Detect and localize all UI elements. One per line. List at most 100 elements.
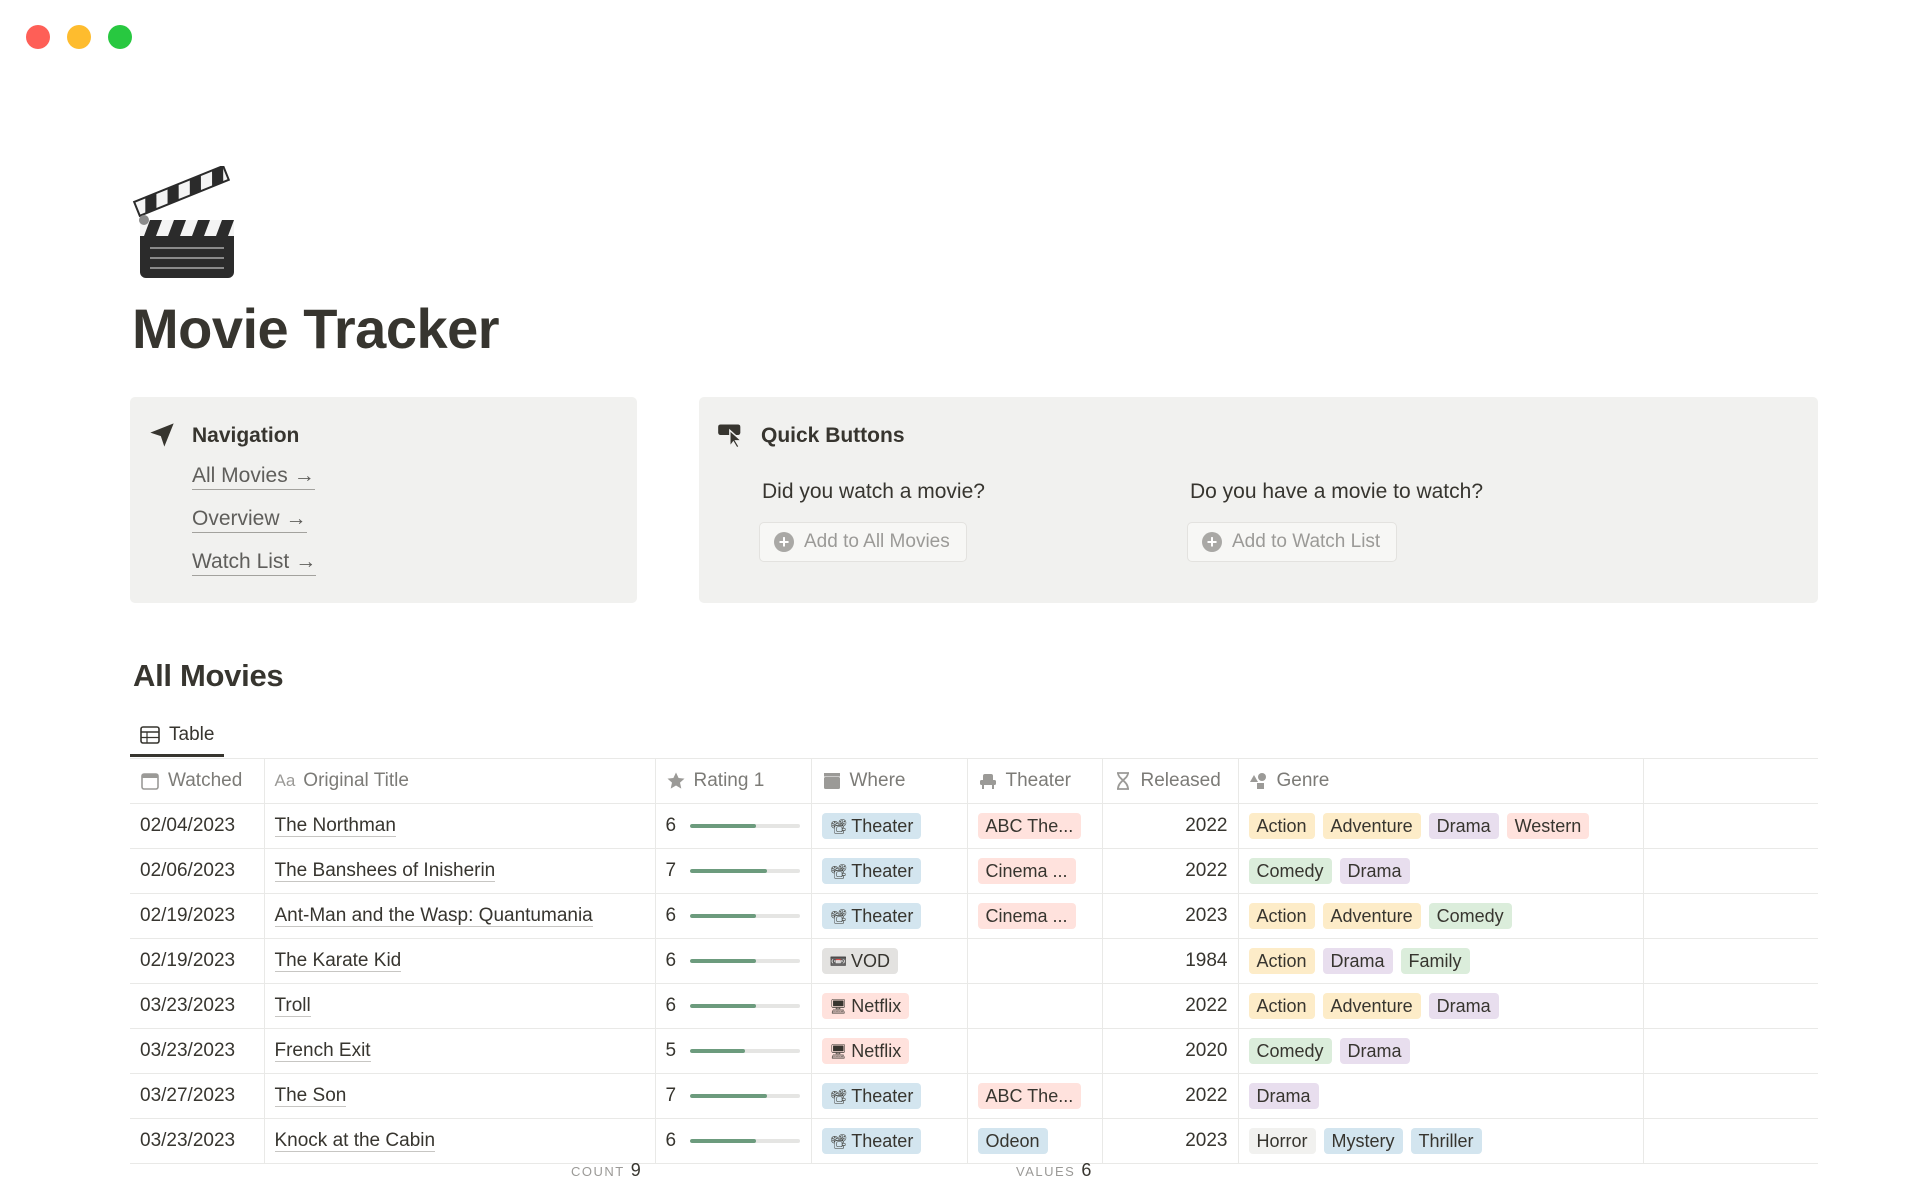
movie-title[interactable]: The Banshees of Inisherin: [274, 860, 496, 882]
theater-cell[interactable]: [967, 1028, 1103, 1074]
genre-tag[interactable]: Western: [1506, 813, 1590, 839]
title-cell[interactable]: French Exit: [264, 1028, 656, 1074]
genre-tag[interactable]: Mystery: [1323, 1128, 1403, 1154]
movie-title[interactable]: Knock at the Cabin: [274, 1130, 436, 1152]
genre-cell[interactable]: Action Adventure Drama: [1238, 983, 1644, 1029]
title-cell[interactable]: The Banshees of Inisherin: [264, 848, 656, 894]
where-tag[interactable]: 📽 Theater: [821, 903, 922, 929]
theater-cell[interactable]: [967, 983, 1103, 1029]
released-cell[interactable]: 2023: [1102, 893, 1239, 939]
column-header-released[interactable]: Released: [1102, 758, 1239, 804]
genre-cell[interactable]: Drama: [1238, 1073, 1644, 1119]
rating-cell[interactable]: 7: [655, 848, 812, 894]
where-tag[interactable]: 📽 Theater: [821, 1083, 922, 1109]
genre-tag[interactable]: Comedy: [1248, 858, 1332, 884]
theater-cell[interactable]: Cinema ...: [967, 893, 1103, 939]
released-cell[interactable]: 2020: [1102, 1028, 1239, 1074]
count-summary[interactable]: COUNT 9: [571, 1160, 641, 1181]
nav-link-overview[interactable]: Overview →: [192, 506, 307, 533]
column-header-genre[interactable]: Genre: [1238, 758, 1644, 804]
table-row[interactable]: 02/19/2023 Ant-Man and the Wasp: Quantuma…: [130, 893, 1818, 939]
close-window-button[interactable]: [26, 25, 50, 49]
watched-cell[interactable]: 02/06/2023: [130, 848, 265, 894]
title-cell[interactable]: The Northman: [264, 803, 656, 849]
where-tag[interactable]: 🖥 Netflix: [821, 1038, 910, 1064]
nav-link-all-movies[interactable]: All Movies →: [192, 463, 315, 490]
column-header-rating[interactable]: Rating 1: [655, 758, 812, 804]
rating-cell[interactable]: 5: [655, 1028, 812, 1074]
movie-title[interactable]: Troll: [274, 995, 311, 1017]
where-cell[interactable]: 📼 VOD: [811, 938, 968, 984]
genre-tag[interactable]: Horror: [1248, 1128, 1316, 1154]
genre-tag[interactable]: Drama: [1248, 1083, 1319, 1109]
column-header-theater[interactable]: Theater: [967, 758, 1103, 804]
genre-tag[interactable]: Comedy: [1428, 903, 1512, 929]
rating-cell[interactable]: 6: [655, 938, 812, 984]
released-cell[interactable]: 2022: [1102, 1073, 1239, 1119]
genre-tag[interactable]: Thriller: [1410, 1128, 1482, 1154]
theater-cell[interactable]: ABC The...: [967, 803, 1103, 849]
clapper-board-icon[interactable]: [128, 166, 248, 284]
table-row[interactable]: 02/04/2023 The Northman 6 📽 Theater ABC The..…: [130, 803, 1818, 849]
watched-cell[interactable]: 02/04/2023: [130, 803, 265, 849]
genre-cell[interactable]: Action Adventure Comedy: [1238, 893, 1644, 939]
where-tag[interactable]: 📽 Theater: [821, 813, 922, 839]
watched-cell[interactable]: 02/19/2023: [130, 938, 265, 984]
genre-tag[interactable]: Adventure: [1322, 903, 1421, 929]
theater-cell[interactable]: Cinema ...: [967, 848, 1103, 894]
column-header-watched[interactable]: Watched: [130, 758, 265, 804]
where-cell[interactable]: 🖥 Netflix: [811, 1028, 968, 1074]
genre-tag[interactable]: Action: [1248, 903, 1315, 929]
where-cell[interactable]: 📽 Theater: [811, 848, 968, 894]
genre-tag[interactable]: Comedy: [1248, 1038, 1332, 1064]
title-cell[interactable]: Troll: [264, 983, 656, 1029]
add-to-all-movies-button[interactable]: + Add to All Movies: [759, 522, 967, 562]
where-tag[interactable]: 📼 VOD: [821, 948, 898, 974]
table-row[interactable]: 03/23/2023 Knock at the Cabin 6 📽 Theater Ode…: [130, 1118, 1818, 1164]
database-title[interactable]: All Movies: [133, 658, 284, 694]
title-cell[interactable]: The Karate Kid: [264, 938, 656, 984]
theater-cell[interactable]: [967, 938, 1103, 984]
table-row[interactable]: 03/27/2023 The Son 7 📽 Theater ABC The... 2022…: [130, 1073, 1818, 1119]
where-cell[interactable]: 🖥 Netflix: [811, 983, 968, 1029]
theater-tag[interactable]: ABC The...: [977, 813, 1082, 839]
genre-tag[interactable]: Drama: [1339, 1038, 1410, 1064]
rating-cell[interactable]: 7: [655, 1073, 812, 1119]
genre-tag[interactable]: Adventure: [1322, 813, 1421, 839]
where-tag[interactable]: 📽 Theater: [821, 1128, 922, 1154]
released-cell[interactable]: 1984: [1102, 938, 1239, 984]
nav-link-watch-list[interactable]: Watch List →: [192, 549, 317, 576]
genre-cell[interactable]: Action Adventure Drama Western: [1238, 803, 1644, 849]
genre-tag[interactable]: Drama: [1322, 948, 1393, 974]
column-header-where[interactable]: Where: [811, 758, 968, 804]
released-cell[interactable]: 2022: [1102, 848, 1239, 894]
released-cell[interactable]: 2023: [1102, 1118, 1239, 1164]
theater-tag[interactable]: Odeon: [977, 1128, 1048, 1154]
genre-cell[interactable]: Comedy Drama: [1238, 1028, 1644, 1074]
movie-title[interactable]: Ant-Man and the Wasp: Quantumania: [274, 905, 593, 927]
genre-tag[interactable]: Family: [1400, 948, 1470, 974]
released-cell[interactable]: 2022: [1102, 983, 1239, 1029]
movie-title[interactable]: French Exit: [274, 1040, 371, 1062]
rating-cell[interactable]: 6: [655, 983, 812, 1029]
where-tag[interactable]: 🖥 Netflix: [821, 993, 910, 1019]
genre-tag[interactable]: Drama: [1339, 858, 1410, 884]
table-row[interactable]: 02/19/2023 The Karate Kid 6 📼 VOD 1984 Action D…: [130, 938, 1818, 984]
watched-cell[interactable]: 03/23/2023: [130, 1028, 265, 1074]
genre-cell[interactable]: Comedy Drama: [1238, 848, 1644, 894]
tab-table-view[interactable]: Table: [130, 715, 225, 757]
table-row[interactable]: 03/23/2023 French Exit 5 🖥 Netflix 2020 Comedy…: [130, 1028, 1818, 1074]
genre-cell[interactable]: Action Drama Family: [1238, 938, 1644, 984]
where-cell[interactable]: 📽 Theater: [811, 1073, 968, 1119]
watched-cell[interactable]: 03/23/2023: [130, 983, 265, 1029]
genre-tag[interactable]: Drama: [1428, 813, 1499, 839]
title-cell[interactable]: Knock at the Cabin: [264, 1118, 656, 1164]
genre-tag[interactable]: Adventure: [1322, 993, 1421, 1019]
minimize-window-button[interactable]: [67, 25, 91, 49]
where-cell[interactable]: 📽 Theater: [811, 803, 968, 849]
title-cell[interactable]: The Son: [264, 1073, 656, 1119]
watched-cell[interactable]: 02/19/2023: [130, 893, 265, 939]
theater-tag[interactable]: ABC The...: [977, 1083, 1082, 1109]
genre-tag[interactable]: Action: [1248, 993, 1315, 1019]
movie-title[interactable]: The Karate Kid: [274, 950, 402, 972]
